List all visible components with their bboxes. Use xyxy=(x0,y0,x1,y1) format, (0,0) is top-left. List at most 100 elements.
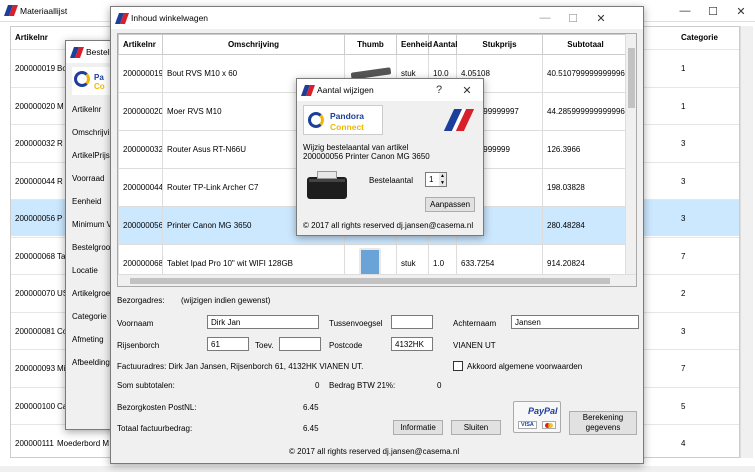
categorie-cell: 3 xyxy=(681,139,686,148)
subtotaal-cell: 44.285999999999996 xyxy=(542,92,629,131)
artikelnr-cell: 200000044 xyxy=(118,168,163,207)
plaats-text: VIANEN UT xyxy=(453,341,496,350)
akkoord-checkbox[interactable] xyxy=(453,361,463,371)
paypal-text: PayPal xyxy=(528,406,558,416)
minimize-icon[interactable]: — xyxy=(671,0,699,22)
categorie-cell: 7 xyxy=(681,251,686,261)
bezorgkosten-label: Bezorgkosten PostNL: xyxy=(117,403,197,412)
description-cell: R xyxy=(57,139,63,148)
maximize-icon[interactable]: ☐ xyxy=(699,0,727,22)
voornaam-field[interactable]: Dirk Jan xyxy=(207,315,319,329)
description-cell: M xyxy=(57,101,64,111)
order-field-label: Bestelgroo xyxy=(72,243,111,252)
artikelnr-cell: 200000019 xyxy=(15,64,56,73)
informatie-button[interactable]: Informatie xyxy=(393,420,443,435)
btw-label: Bedrag BTW 21%: xyxy=(329,381,396,390)
totaal-label: Totaal factuurbedrag: xyxy=(117,424,193,433)
bg-scrollbar[interactable] xyxy=(740,26,753,458)
close-icon[interactable]: ✕ xyxy=(587,7,615,29)
cart-hscroll[interactable] xyxy=(118,274,636,286)
voornaam-label: Voornaam xyxy=(117,319,154,328)
postcode-label: Postcode xyxy=(329,341,363,350)
col-categorie-header[interactable]: Categorie xyxy=(681,33,718,42)
toev-label: Toev. xyxy=(255,341,274,350)
order-field-label: Minimum V xyxy=(72,220,113,229)
artikelnr-cell: 200000068 xyxy=(15,251,56,261)
printer-thumbnail xyxy=(303,169,351,205)
aanpassen-button[interactable]: Aanpassen xyxy=(425,197,475,212)
cart-vscroll[interactable] xyxy=(625,34,636,274)
subtotaal-cell: 198.03828 xyxy=(542,168,629,207)
col-artikelnr-header[interactable]: Artikelnr xyxy=(15,33,48,42)
categorie-cell: 7 xyxy=(681,364,686,373)
close-icon[interactable]: ✕ xyxy=(727,0,755,22)
som-label: Som subtotalen: xyxy=(117,381,175,390)
categorie-cell: 5 xyxy=(681,401,686,411)
pandora-connect-logo: Pandora Connect xyxy=(303,105,383,135)
col-stukprijs[interactable]: Stukprijs xyxy=(456,34,543,55)
tussenvoegsel-field[interactable] xyxy=(391,315,433,329)
paypal-button[interactable]: PayPal VISA xyxy=(513,401,561,433)
bestelaantal-label: Bestelaantal xyxy=(369,176,414,185)
tussenvoegsel-label: Tussenvoegsel xyxy=(329,319,383,328)
col-subtotaal[interactable]: Subtotaal xyxy=(542,34,629,55)
categorie-cell: 1 xyxy=(681,64,686,73)
artikelnr-cell: 200000070 xyxy=(15,289,56,298)
totaal-value: 6.45 xyxy=(303,424,319,433)
app-icon xyxy=(116,13,127,24)
akkoord-label[interactable]: Akkoord algemene voorwaarden xyxy=(467,362,582,371)
description-cell: R xyxy=(57,176,63,186)
berekening-button[interactable]: Berekening gegevens xyxy=(569,411,637,435)
subtotaal-cell: 40.510799999999996 xyxy=(542,54,629,93)
dialog-copyright: © 2017 all rights reserved dj.jansen@cas… xyxy=(303,221,474,230)
order-field-label: Afmeting xyxy=(72,335,104,344)
achternaam-field[interactable]: Jansen xyxy=(511,315,639,329)
brand-flag-icon xyxy=(443,107,475,133)
artikelnr-cell: 200000081 xyxy=(15,326,56,336)
artikelnr-cell: 200000056 xyxy=(15,214,56,223)
col-thumb[interactable]: Thumb xyxy=(344,34,397,55)
col-omschrijving[interactable]: Omschrijving xyxy=(162,34,345,55)
sluiten-button[interactable]: Sluiten xyxy=(451,420,501,435)
order-field-label: ArtikelPrijs xyxy=(72,151,110,160)
col-artikelnr[interactable]: Artikelnr xyxy=(118,34,163,55)
bezorgadres-label: Bezorgadres: xyxy=(117,296,165,305)
bezorgkosten-value: 6.45 xyxy=(303,403,319,412)
artikelnr-cell: 200000032 xyxy=(15,139,56,148)
subtotaal-cell: 126.3966 xyxy=(542,130,629,169)
artikelnr-cell: 200000019 xyxy=(118,54,163,93)
bezorg-hint: (wijzigen indien gewenst) xyxy=(181,296,271,305)
visa-card-icon: VISA xyxy=(518,421,537,429)
materiaallijst-title: Materiaallijst xyxy=(20,5,68,16)
toev-field[interactable] xyxy=(279,337,321,351)
order-field-label: Voorraad xyxy=(72,174,105,183)
spinner-up-icon[interactable]: ▲ xyxy=(439,173,446,180)
app-icon xyxy=(5,5,16,16)
col-aantal[interactable]: Aantal xyxy=(428,34,457,55)
postcode-field[interactable]: 4132HK xyxy=(391,337,433,351)
maximize-icon[interactable]: ☐ xyxy=(559,7,587,29)
copyright-text: © 2017 all rights reserved dj.jansen@cas… xyxy=(289,447,460,456)
order-field-label: Locatie xyxy=(72,266,98,275)
huisnummer-field[interactable]: 61 xyxy=(207,337,249,351)
description-cell: P xyxy=(57,214,63,223)
artikelnr-cell: 200000032 xyxy=(118,130,163,169)
description-cell: Moederbord M xyxy=(57,439,110,448)
col-eenheid[interactable]: Eenheid xyxy=(396,34,432,55)
artikelnr-cell: 200000100 xyxy=(15,401,56,411)
categorie-cell: 1 xyxy=(681,101,686,111)
categorie-cell: 3 xyxy=(681,326,686,336)
app-icon xyxy=(71,47,82,58)
help-icon[interactable]: ? xyxy=(425,79,453,101)
close-icon[interactable]: ✕ xyxy=(453,79,481,101)
winkelwagen-title: Inhoud winkelwagen xyxy=(131,13,209,23)
artikelnr-cell: 200000020 xyxy=(118,92,163,131)
spinner-down-icon[interactable]: ▼ xyxy=(439,180,446,186)
btw-value: 0 xyxy=(437,381,442,390)
categorie-cell: 3 xyxy=(681,214,686,223)
app-icon xyxy=(302,85,313,96)
order-field-label: Artikelnr xyxy=(72,105,102,114)
dialog-line2: 200000056 Printer Canon MG 3650 xyxy=(303,152,430,161)
minimize-icon[interactable]: — xyxy=(531,7,559,29)
subtotaal-cell: 280.48284 xyxy=(542,206,629,245)
